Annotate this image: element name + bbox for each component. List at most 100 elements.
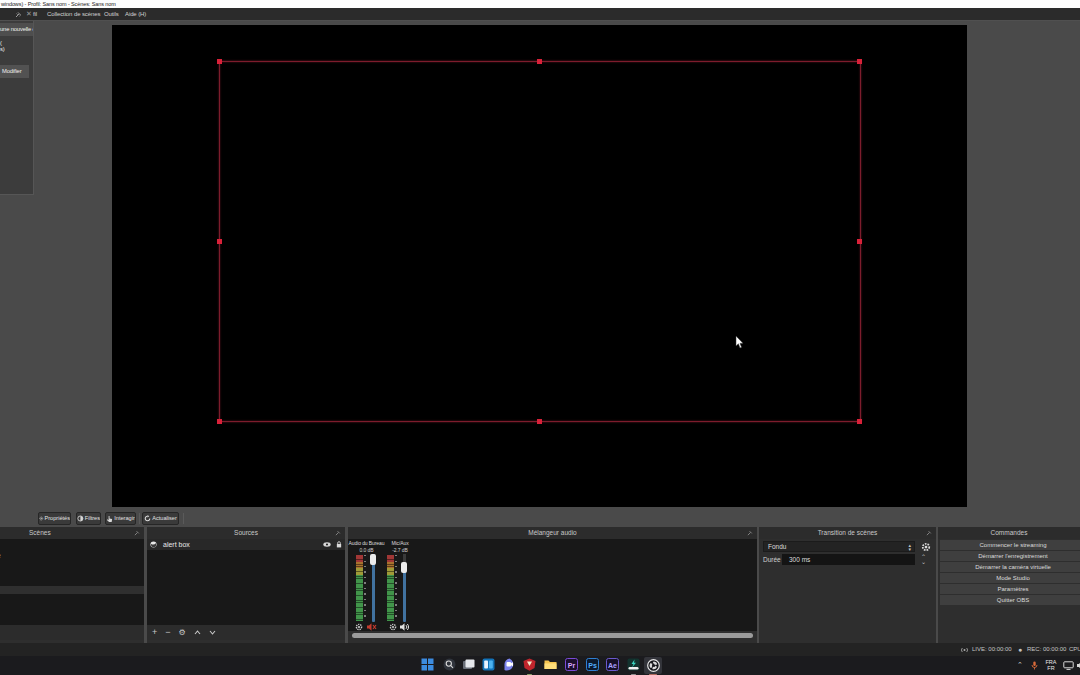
cpu-status: CPU — [1069, 643, 1080, 656]
file-explorer-icon[interactable] — [544, 658, 557, 671]
pin-icon[interactable] — [926, 530, 932, 536]
quit-obs-button[interactable]: Quitter OBS — [940, 595, 1080, 605]
tray-chevron-icon[interactable]: ⌃ — [1017, 662, 1023, 668]
language-line2: FR — [1044, 666, 1058, 672]
cast-screen-icon[interactable] — [1063, 661, 1074, 670]
language-indicator[interactable]: FRA FR — [1044, 660, 1058, 671]
refresh-icon — [144, 515, 151, 522]
close-icon[interactable]: ✕ — [26, 8, 32, 21]
handle-middle-left[interactable] — [217, 239, 222, 244]
handle-top-center[interactable] — [537, 59, 542, 64]
pin-icon[interactable] — [134, 530, 140, 536]
transition-gear-icon[interactable] — [921, 542, 931, 552]
mixer-ch2-slider-handle[interactable] — [401, 562, 407, 573]
pin-icon[interactable] — [15, 11, 22, 18]
photoshop-icon[interactable]: Ps — [586, 658, 599, 671]
source-properties-button[interactable]: ⚙ — [179, 625, 186, 640]
source-row-alertbox[interactable]: alert box — [147, 539, 345, 550]
menu-collection-de-scenes[interactable]: Collection de scènes — [47, 8, 100, 21]
gear-icon — [39, 515, 44, 522]
after-effects-icon[interactable]: Ae — [606, 658, 619, 671]
add-source-button[interactable]: + — [152, 625, 157, 640]
premiere-pro-icon[interactable]: Pr — [565, 658, 578, 671]
source-selection-box[interactable] — [219, 61, 861, 422]
bolt-app-icon[interactable] — [627, 658, 640, 671]
handle-top-right[interactable] — [857, 59, 862, 64]
handle-bottom-left[interactable] — [217, 419, 222, 424]
properties-label: Propriétés — [45, 513, 71, 524]
refresh-label: Actualiser — [152, 513, 177, 524]
obs-studio-icon[interactable] — [647, 659, 660, 672]
handle-top-left[interactable] — [217, 59, 222, 64]
move-source-up-icon[interactable] — [194, 629, 201, 636]
context-item-new[interactable]: une nouvelle ch — [0, 23, 34, 36]
audio-mixer-dock: Mélangeur audio Audio du Bureau 0.0 dB M… — [348, 527, 757, 643]
sources-dock-header[interactable]: Sources — [147, 527, 345, 539]
properties-button[interactable]: Propriétés — [38, 512, 71, 525]
handle-bottom-right[interactable] — [857, 419, 862, 424]
scenes-list[interactable]: e — [0, 539, 144, 586]
screen: windows) - Profil: Sans nom - Scènes: Sa… — [0, 0, 1080, 675]
interact-button[interactable]: Interagir — [105, 512, 136, 525]
mixer-dock-title: Mélangeur audio — [528, 529, 576, 536]
duration-input[interactable]: 300 ms — [782, 554, 915, 565]
svg-text:Pr: Pr — [568, 662, 576, 669]
mixer-ch1-slider-handle[interactable] — [370, 554, 376, 565]
menu-profil[interactable]: fil — [33, 8, 37, 21]
red-shield-app-icon[interactable] — [523, 658, 536, 671]
refresh-button[interactable]: Actualiser — [142, 512, 179, 525]
menu-outils[interactable]: Outils — [104, 8, 119, 21]
handle-middle-right[interactable] — [857, 239, 862, 244]
start-virtual-camera-button[interactable]: Démarrer la caméra virtuelle — [940, 562, 1080, 572]
mixer-dock-header[interactable]: Mélangeur audio — [348, 527, 757, 539]
widgets-icon[interactable] — [482, 658, 495, 671]
lock-icon[interactable] — [336, 541, 342, 548]
start-button-icon[interactable] — [421, 658, 434, 671]
duration-down-arrow[interactable]: ⌄ — [921, 560, 926, 564]
chat-icon[interactable] — [503, 658, 516, 671]
svg-text:Ps: Ps — [588, 662, 597, 669]
handle-bottom-center[interactable] — [537, 419, 542, 424]
status-bar: LIVE: 00:00:00 ● REC: 00:00:00 CPU — [0, 643, 1080, 656]
scenes-scrollbar[interactable] — [0, 586, 144, 594]
transition-dock-header[interactable]: Transition de scènes — [759, 527, 936, 539]
remove-source-button[interactable]: − — [165, 625, 170, 640]
task-view-icon[interactable] — [462, 658, 475, 671]
start-streaming-button[interactable]: Commencer le streaming — [940, 540, 1080, 550]
pin-icon[interactable] — [747, 530, 753, 536]
mixer-ch2-gear-icon[interactable] — [389, 623, 397, 631]
transition-dock: Transition de scènes Fondu ▴ ▾ Durée 300… — [759, 527, 936, 643]
filters-button[interactable]: Filtres — [76, 512, 101, 525]
rec-dot-icon: ● — [1018, 643, 1022, 656]
settings-button[interactable]: Paramètres — [940, 584, 1080, 594]
menubar: ✕ fil Collection de scènes Outils Aide (… — [0, 8, 1080, 21]
move-source-down-icon[interactable] — [209, 629, 216, 636]
mixer-ch2-meter — [387, 555, 394, 621]
scene-item-fragment[interactable]: e — [0, 552, 1, 559]
menu-aide[interactable]: Aide (H) — [125, 8, 146, 21]
mixer-ch2-ticks — [395, 555, 400, 621]
transition-select[interactable]: Fondu ▴ ▾ — [763, 541, 915, 552]
search-icon[interactable] — [443, 658, 456, 671]
mixer-ch1-mute-icon[interactable] — [367, 623, 377, 631]
mixer-horizontal-scrollbar[interactable] — [352, 633, 753, 638]
pin-icon[interactable] — [335, 530, 341, 536]
combo-down-arrow: ▾ — [908, 547, 911, 551]
sources-list[interactable]: alert box — [147, 539, 345, 625]
hand-icon — [106, 515, 113, 523]
context-item-modifier[interactable]: Modifier — [0, 65, 29, 78]
sources-dock-toolbar: + − ⚙ — [147, 625, 345, 640]
live-status: LIVE: 00:00:00 — [972, 643, 1012, 656]
scenes-dock-header[interactable]: Scènes — [0, 527, 144, 539]
mic-indicator-icon[interactable] — [1031, 661, 1038, 670]
controls-dock: Commandes Commencer le streaming Démarre… — [938, 527, 1080, 643]
mouse-cursor — [735, 336, 744, 349]
studio-mode-button[interactable]: Mode Studio — [940, 573, 1080, 583]
start-recording-button[interactable]: Démarrer l'enregistrement — [940, 551, 1080, 561]
mixer-ch1-gear-icon[interactable] — [355, 623, 363, 631]
mixer-ch1-ticks — [364, 555, 369, 621]
mixer-ch2-speaker-icon[interactable] — [400, 623, 410, 631]
eye-icon[interactable] — [323, 542, 331, 547]
controls-dock-header[interactable]: Commandes — [938, 527, 1080, 539]
context-item-frag2[interactable]: s) — [0, 46, 5, 52]
